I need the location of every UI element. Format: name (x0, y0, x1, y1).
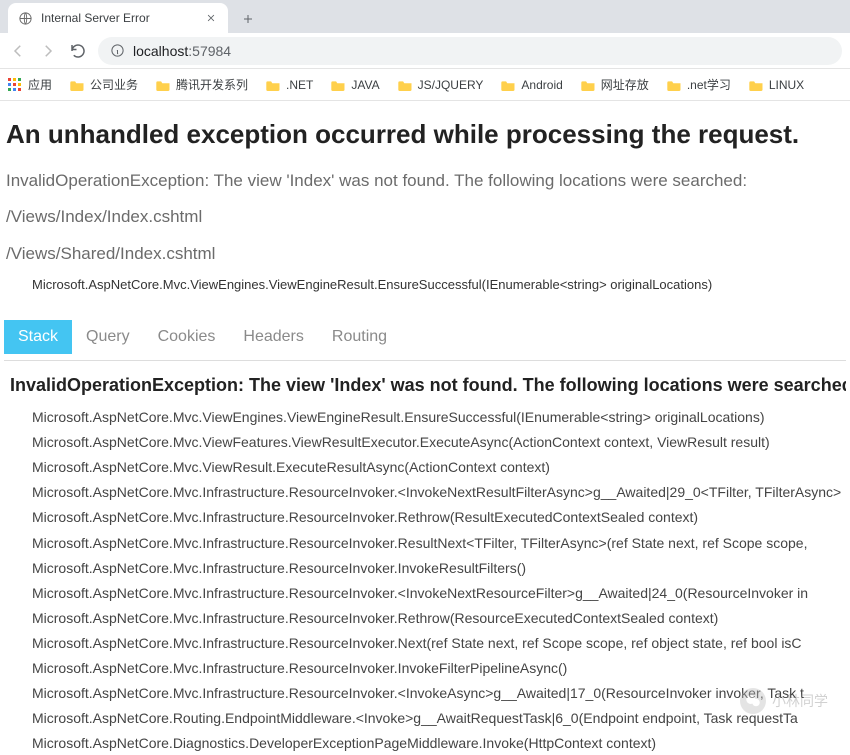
folder-icon (501, 79, 516, 91)
error-message-line: /Views/Shared/Index.cshtml (6, 241, 846, 267)
apps-button[interactable]: 应用 (8, 76, 52, 93)
stack-line: Microsoft.AspNetCore.Mvc.Infrastructure.… (32, 481, 846, 504)
bookmark-label: JAVA (351, 78, 379, 92)
stack-line: Microsoft.AspNetCore.Mvc.ViewFeatures.Vi… (32, 431, 846, 454)
tab-cookies[interactable]: Cookies (144, 320, 230, 354)
bookmark-label: Android (521, 78, 562, 92)
folder-icon (749, 79, 764, 91)
tab-stack[interactable]: Stack (4, 320, 72, 354)
error-heading: An unhandled exception occurred while pr… (6, 119, 846, 150)
url-host: localhost (133, 43, 188, 59)
globe-icon (18, 11, 33, 26)
url-port: :57984 (188, 43, 231, 59)
stack-heading: InvalidOperationException: The view 'Ind… (10, 375, 846, 396)
tab-query[interactable]: Query (72, 320, 144, 354)
bookmark-label: 网址存放 (601, 76, 649, 93)
close-icon[interactable] (204, 11, 218, 25)
error-tabs: Stack Query Cookies Headers Routing (4, 320, 846, 354)
page-content: An unhandled exception occurred while pr… (0, 119, 850, 755)
url-text: localhost:57984 (133, 43, 231, 59)
browser-tab-bar: Internal Server Error (0, 0, 850, 33)
folder-icon (70, 79, 85, 91)
bookmark-label: 腾讯开发系列 (176, 76, 248, 93)
bookmark-item[interactable]: LINUX (749, 78, 804, 92)
bookmark-item[interactable]: 腾讯开发系列 (156, 76, 248, 93)
bookmark-item[interactable]: 网址存放 (581, 76, 649, 93)
wechat-icon (740, 688, 766, 714)
folder-icon (581, 79, 596, 91)
tab-title: Internal Server Error (41, 11, 196, 25)
folder-icon (667, 79, 682, 91)
stack-line: Microsoft.AspNetCore.Mvc.ViewEngines.Vie… (32, 406, 846, 429)
stack-line: Microsoft.AspNetCore.Mvc.Infrastructure.… (32, 582, 846, 605)
bookmark-item[interactable]: .NET (266, 78, 313, 92)
stack-line: Microsoft.AspNetCore.Mvc.Infrastructure.… (32, 506, 846, 529)
bookmark-item[interactable]: 公司业务 (70, 76, 138, 93)
stack-line: Microsoft.AspNetCore.Mvc.Infrastructure.… (32, 532, 846, 555)
bookmark-item[interactable]: .net学习 (667, 76, 731, 93)
stack-line: Microsoft.AspNetCore.Mvc.ViewResult.Exec… (32, 456, 846, 479)
tab-headers[interactable]: Headers (229, 320, 317, 354)
bookmark-item[interactable]: JAVA (331, 78, 379, 92)
folder-icon (266, 79, 281, 91)
reload-button[interactable] (68, 41, 88, 61)
bookmark-label: JS/JQUERY (418, 78, 484, 92)
stack-line: Microsoft.AspNetCore.Mvc.Infrastructure.… (32, 657, 846, 680)
stack-line: Microsoft.AspNetCore.Mvc.Infrastructure.… (32, 557, 846, 580)
forward-button[interactable] (38, 41, 58, 61)
divider (4, 360, 846, 361)
new-tab-button[interactable] (234, 5, 262, 33)
stack-line: Microsoft.AspNetCore.Mvc.Infrastructure.… (32, 682, 846, 705)
stack-line: Microsoft.AspNetCore.Mvc.Infrastructure.… (32, 632, 846, 655)
bookmark-label: LINUX (769, 78, 804, 92)
bookmark-item[interactable]: Android (501, 78, 562, 92)
error-message-line: InvalidOperationException: The view 'Ind… (6, 168, 846, 194)
back-button[interactable] (8, 41, 28, 61)
stack-line: Microsoft.AspNetCore.Mvc.Infrastructure.… (32, 607, 846, 630)
bookmark-label: .NET (286, 78, 313, 92)
bookmark-label: 公司业务 (90, 76, 138, 93)
bookmark-label: .net学习 (687, 76, 731, 93)
bookmarks-bar: 应用 公司业务 腾讯开发系列 .NET JAVA JS/JQUERY Andro… (0, 69, 850, 101)
info-icon[interactable] (110, 43, 125, 58)
top-trace-line: Microsoft.AspNetCore.Mvc.ViewEngines.Vie… (32, 277, 846, 292)
apps-icon (8, 78, 22, 92)
tab-routing[interactable]: Routing (318, 320, 401, 354)
stack-line: Microsoft.AspNetCore.Routing.EndpointMid… (32, 707, 846, 730)
address-bar: localhost:57984 (0, 33, 850, 69)
apps-label: 应用 (28, 76, 52, 93)
folder-icon (331, 79, 346, 91)
watermark: 小林同学 (740, 688, 828, 714)
bookmark-item[interactable]: JS/JQUERY (398, 78, 484, 92)
folder-icon (398, 79, 413, 91)
error-message-line: /Views/Index/Index.cshtml (6, 204, 846, 230)
watermark-text: 小林同学 (772, 691, 828, 711)
folder-icon (156, 79, 171, 91)
browser-tab[interactable]: Internal Server Error (8, 3, 228, 33)
url-input[interactable]: localhost:57984 (98, 37, 842, 65)
